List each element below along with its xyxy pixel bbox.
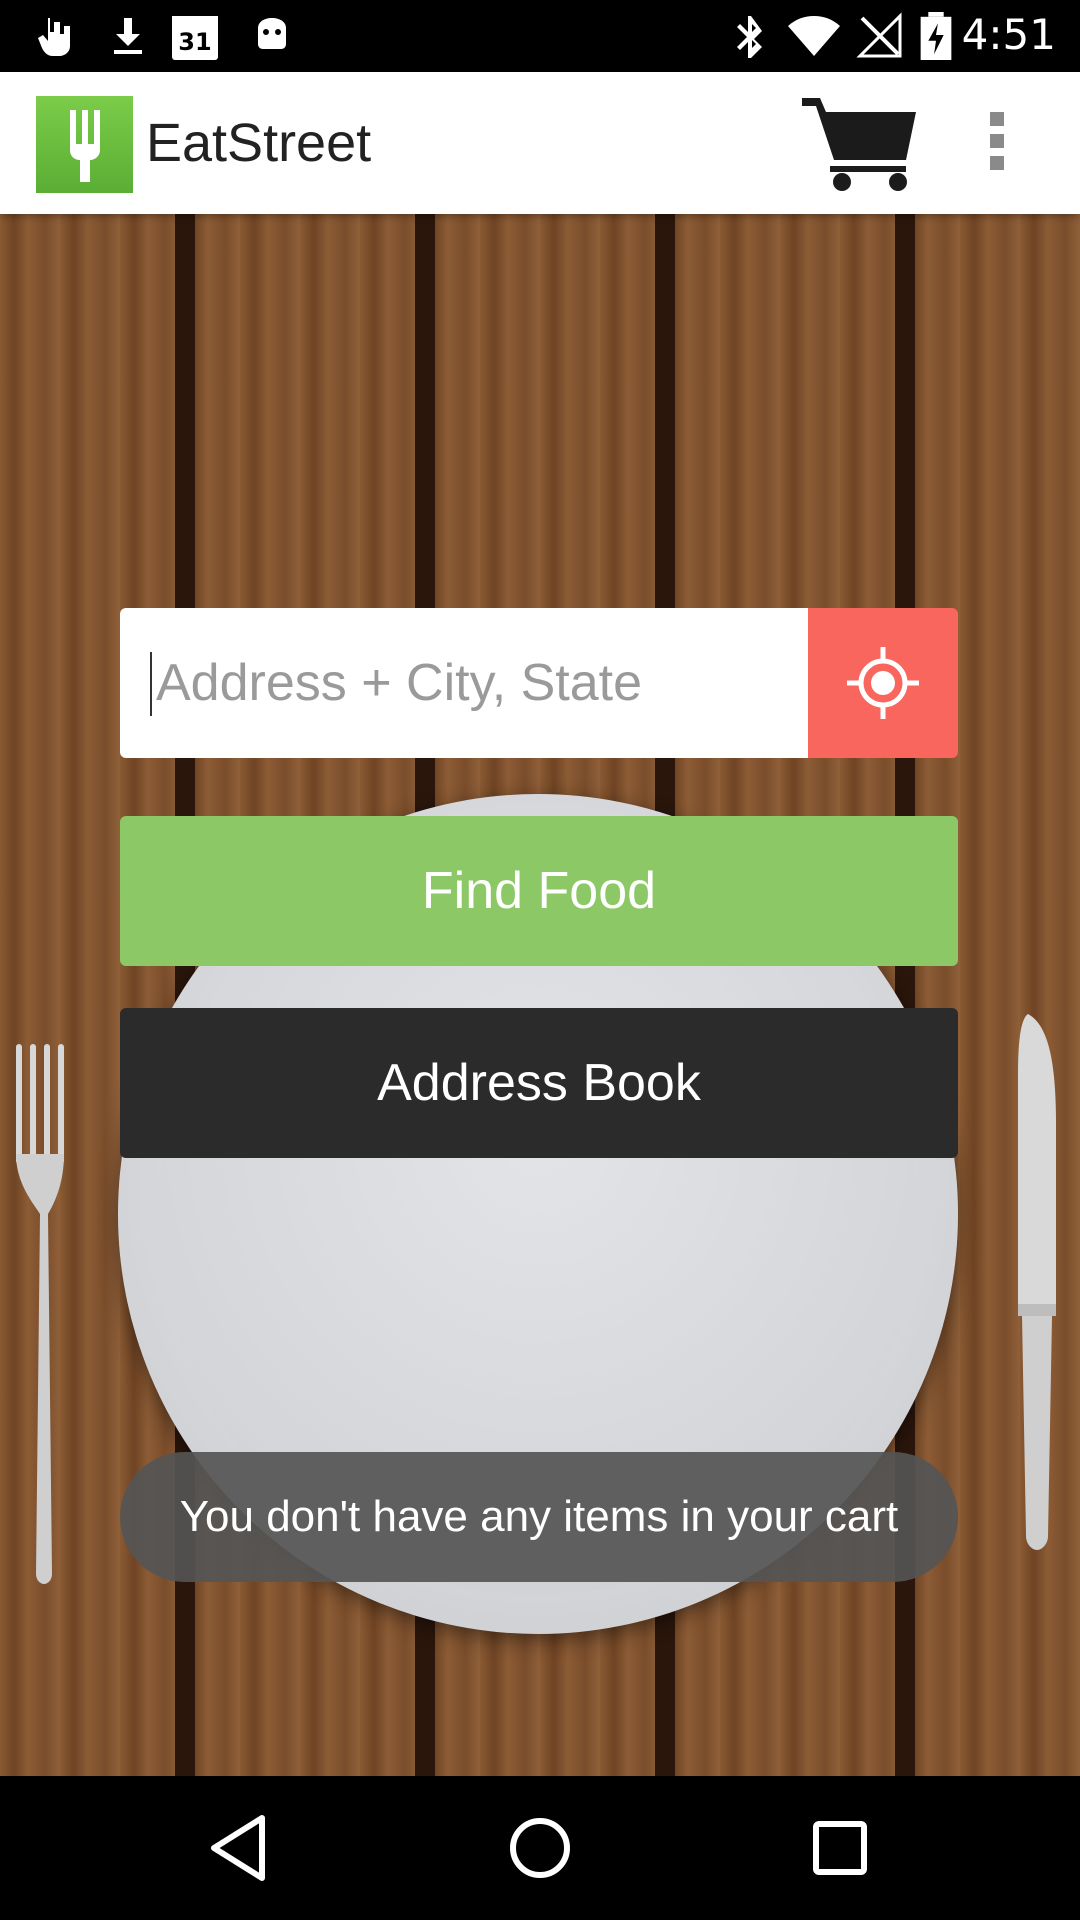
battery-charging-icon	[920, 12, 952, 60]
fork-logo-icon	[36, 96, 133, 193]
fork-image	[16, 1044, 64, 1584]
android-icon	[258, 18, 286, 49]
navigation-bar	[0, 1776, 1080, 1920]
locate-button[interactable]	[808, 608, 958, 758]
toast-message: You don't have any items in your cart	[120, 1452, 958, 1582]
address-input[interactable]	[150, 608, 796, 758]
calendar-icon: 31	[172, 10, 218, 60]
locate-crosshair-icon	[847, 647, 919, 719]
main-content: Find Food Address Book You don't have an…	[0, 214, 1080, 1776]
wifi-icon	[788, 16, 840, 56]
cart-icon	[802, 98, 916, 191]
recents-icon[interactable]	[800, 1808, 880, 1888]
find-food-button[interactable]: Find Food	[120, 816, 958, 966]
app-bar: EatStreet	[0, 72, 1080, 214]
gesture-icon	[38, 18, 70, 56]
home-icon[interactable]	[500, 1808, 580, 1888]
back-icon[interactable]	[200, 1808, 280, 1888]
status-bar: 31 4:51	[0, 0, 1080, 72]
no-signal-icon	[856, 12, 902, 58]
download-icon	[114, 18, 142, 54]
overflow-menu-button[interactable]	[980, 112, 1014, 178]
calendar-day-text: 31	[178, 28, 212, 56]
address-book-button[interactable]: Address Book	[120, 1008, 958, 1158]
address-field[interactable]	[120, 608, 808, 758]
overflow-menu-icon	[980, 112, 1014, 170]
bluetooth-icon	[737, 16, 762, 58]
status-time: 4:51	[961, 10, 1056, 59]
app-title: EatStreet	[146, 113, 372, 173]
knife-image	[1018, 1014, 1056, 1550]
cart-button[interactable]	[800, 90, 920, 200]
